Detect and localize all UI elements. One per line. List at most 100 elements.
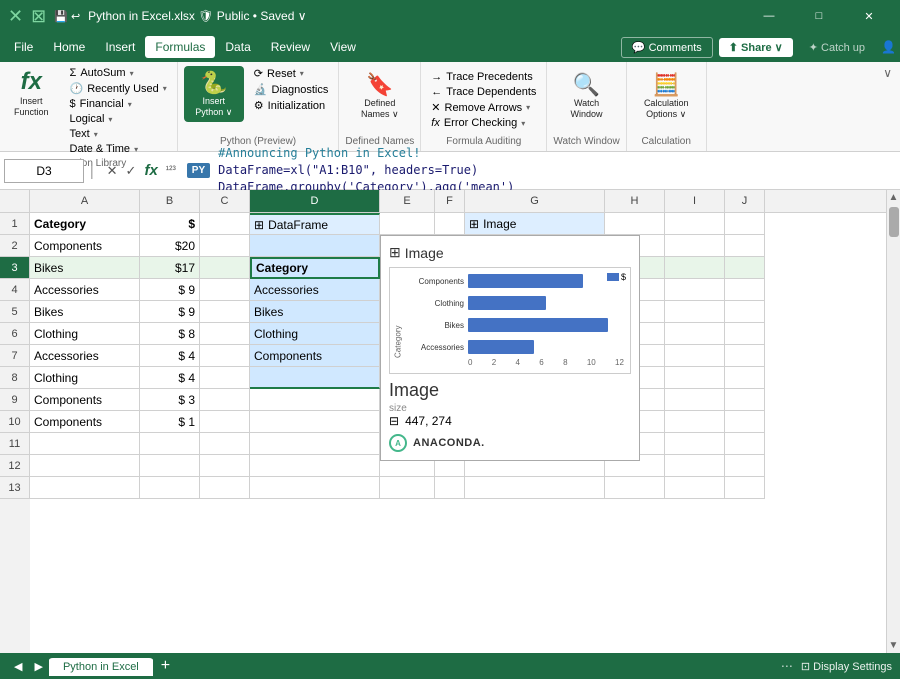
- text-dropdown[interactable]: Text ▾: [66, 127, 171, 141]
- catchup-button[interactable]: ✦ Catch up: [799, 38, 875, 57]
- cell-b1[interactable]: $: [140, 213, 200, 235]
- cell-a7[interactable]: Accessories: [30, 345, 140, 367]
- cell-c4[interactable]: [200, 279, 250, 301]
- cell-d6[interactable]: Clothing: [250, 323, 380, 345]
- cell-j12[interactable]: [725, 455, 765, 477]
- cell-a5[interactable]: Bikes: [30, 301, 140, 323]
- tab-nav-right[interactable]: ▶: [28, 660, 48, 673]
- row-header-11[interactable]: 11: [0, 433, 30, 455]
- autosum-dropdown[interactable]: Σ AutoSum ▾: [66, 66, 171, 80]
- cell-j2[interactable]: [725, 235, 765, 257]
- row-header-2[interactable]: 2: [0, 235, 30, 257]
- watch-window-button[interactable]: 🔍 WatchWindow: [567, 70, 607, 122]
- cell-i1[interactable]: [665, 213, 725, 235]
- cell-b11[interactable]: [140, 433, 200, 455]
- cancel-formula-btn[interactable]: ✕: [104, 162, 121, 180]
- cell-c9[interactable]: [200, 389, 250, 411]
- close-btn[interactable]: ✕: [846, 0, 892, 32]
- cell-a3[interactable]: Bikes: [30, 257, 140, 279]
- row-header-9[interactable]: 9: [0, 389, 30, 411]
- cell-d11[interactable]: [250, 433, 380, 455]
- cell-i3[interactable]: [665, 257, 725, 279]
- menu-formulas[interactable]: Formulas: [145, 36, 215, 58]
- cell-g1[interactable]: ⊞Image: [465, 213, 605, 235]
- defined-names-button[interactable]: 🔖 DefinedNames ∨: [357, 70, 403, 122]
- cell-f1[interactable]: [435, 213, 465, 235]
- display-settings-btn[interactable]: ⊡ Display Settings: [801, 660, 892, 673]
- cell-a1[interactable]: Category: [30, 213, 140, 235]
- row-header-5[interactable]: 5: [0, 301, 30, 323]
- cell-a6[interactable]: Clothing: [30, 323, 140, 345]
- cell-d2[interactable]: [250, 235, 380, 257]
- col-header-g[interactable]: G: [465, 190, 605, 212]
- menu-review[interactable]: Review: [261, 36, 320, 58]
- row-header-4[interactable]: 4: [0, 279, 30, 301]
- scroll-down-btn[interactable]: ▼: [889, 640, 899, 651]
- cell-j4[interactable]: [725, 279, 765, 301]
- row-header-1[interactable]: 1: [0, 213, 30, 235]
- cell-d13[interactable]: [250, 477, 380, 499]
- cell-c12[interactable]: [200, 455, 250, 477]
- cell-b2[interactable]: $20: [140, 235, 200, 257]
- cell-i5[interactable]: [665, 301, 725, 323]
- cell-j3[interactable]: [725, 257, 765, 279]
- insert-function-formula-btn[interactable]: fx: [141, 161, 160, 180]
- col-header-j[interactable]: J: [725, 190, 765, 212]
- insert-function-button[interactable]: fx InsertFunction: [10, 66, 53, 120]
- remove-arrows-btn[interactable]: ✕ Remove Arrows ▾: [427, 100, 540, 115]
- scroll-thumb[interactable]: [889, 207, 899, 237]
- cell-c3[interactable]: [200, 257, 250, 279]
- cell-j11[interactable]: [725, 433, 765, 455]
- cell-b5[interactable]: $ 9: [140, 301, 200, 323]
- cell-b3[interactable]: $17: [140, 257, 200, 279]
- cell-h1[interactable]: [605, 213, 665, 235]
- cell-f13[interactable]: [435, 477, 465, 499]
- cell-d1[interactable]: ⊞DataFrame: [250, 213, 380, 235]
- col-header-c[interactable]: C: [200, 190, 250, 212]
- cell-c8[interactable]: [200, 367, 250, 389]
- cell-c5[interactable]: [200, 301, 250, 323]
- cell-a11[interactable]: [30, 433, 140, 455]
- cell-g13[interactable]: [465, 477, 605, 499]
- cell-j5[interactable]: [725, 301, 765, 323]
- cell-j6[interactable]: [725, 323, 765, 345]
- ribbon-expand[interactable]: ∨: [879, 62, 896, 151]
- insert-python-button[interactable]: 🐍 InsertPython ∨: [184, 66, 244, 122]
- menu-data[interactable]: Data: [215, 36, 260, 58]
- cell-j8[interactable]: [725, 367, 765, 389]
- python-in-excel-tab[interactable]: Python in Excel: [49, 656, 153, 676]
- cell-d9[interactable]: [250, 389, 380, 411]
- cell-e1[interactable]: [380, 213, 435, 235]
- trace-precedents-btn[interactable]: → Trace Precedents: [427, 70, 540, 84]
- cell-d12[interactable]: [250, 455, 380, 477]
- cell-j13[interactable]: [725, 477, 765, 499]
- cell-i13[interactable]: [665, 477, 725, 499]
- menu-home[interactable]: Home: [43, 36, 95, 58]
- add-sheet-button[interactable]: +: [155, 657, 176, 675]
- row-header-8[interactable]: 8: [0, 367, 30, 389]
- cell-i4[interactable]: [665, 279, 725, 301]
- menu-insert[interactable]: Insert: [95, 36, 145, 58]
- confirm-formula-btn[interactable]: ✓: [123, 162, 140, 180]
- trace-dependents-btn[interactable]: ← Trace Dependents: [427, 85, 540, 99]
- cell-j1[interactable]: [725, 213, 765, 235]
- cell-b13[interactable]: [140, 477, 200, 499]
- cell-b10[interactable]: $ 1: [140, 411, 200, 433]
- cell-i12[interactable]: [665, 455, 725, 477]
- vertical-scrollbar[interactable]: ▲ ▼: [886, 190, 900, 653]
- row-header-6[interactable]: 6: [0, 323, 30, 345]
- menu-file[interactable]: File: [4, 36, 43, 58]
- diagnostics-btn[interactable]: 🔬 Diagnostics: [250, 82, 333, 97]
- cell-a13[interactable]: [30, 477, 140, 499]
- datetime-dropdown[interactable]: Date & Time ▾: [66, 142, 171, 156]
- cell-c10[interactable]: [200, 411, 250, 433]
- row-header-12[interactable]: 12: [0, 455, 30, 477]
- cell-b7[interactable]: $ 4: [140, 345, 200, 367]
- share-button[interactable]: ⬆ Share ∨: [719, 38, 793, 57]
- logical-dropdown[interactable]: Logical ▾: [66, 112, 171, 126]
- row-header-7[interactable]: 7: [0, 345, 30, 367]
- cell-d5[interactable]: Bikes: [250, 301, 380, 323]
- cell-a12[interactable]: [30, 455, 140, 477]
- col-header-d[interactable]: D: [250, 190, 380, 212]
- cell-b6[interactable]: $ 8: [140, 323, 200, 345]
